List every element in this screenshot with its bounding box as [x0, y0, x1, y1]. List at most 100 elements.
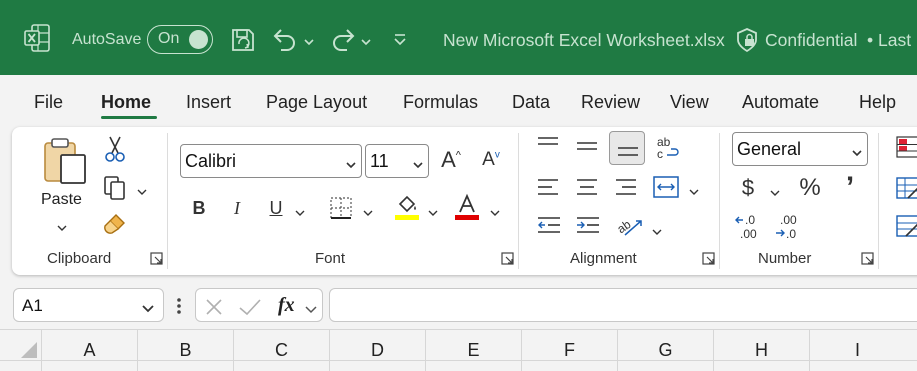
chevron-down-icon[interactable] [304, 302, 318, 320]
column-header-a[interactable]: A [41, 330, 137, 371]
merge-center-icon[interactable] [652, 175, 680, 199]
save-icon[interactable] [229, 26, 257, 54]
chevron-down-icon [851, 142, 863, 163]
comma-style-button[interactable]: ’ [840, 171, 860, 205]
fill-color-dropdown-chevron-down-icon[interactable] [428, 204, 438, 216]
increase-decimal-icon[interactable]: .0 .00 [734, 213, 768, 241]
copy-dropdown-chevron-down-icon[interactable] [137, 183, 147, 195]
tab-insert[interactable]: Insert [186, 92, 231, 113]
bold-button[interactable]: B [187, 198, 211, 219]
borders-icon[interactable] [328, 195, 354, 221]
customize-toolbar-icon[interactable] [392, 31, 408, 47]
align-center-icon[interactable] [575, 177, 599, 199]
chevron-down-icon [345, 154, 357, 175]
undo-dropdown-chevron-down-icon[interactable] [303, 34, 315, 46]
decrease-indent-icon[interactable] [536, 215, 562, 237]
wrap-text-icon[interactable]: ab c [655, 134, 681, 162]
tab-data[interactable]: Data [512, 92, 550, 113]
format-painter-brush-icon[interactable] [102, 212, 128, 238]
number-format-value: General [737, 139, 802, 159]
autosave-toggle[interactable]: On [147, 25, 213, 54]
tab-view[interactable]: View [670, 92, 709, 113]
underline-dropdown-chevron-down-icon[interactable] [295, 204, 305, 216]
decrease-decimal-icon[interactable]: .00 .0 [774, 213, 808, 241]
paste-icon[interactable] [42, 137, 88, 187]
underline-button[interactable]: U [264, 198, 288, 219]
svg-text:ab: ab [617, 217, 634, 236]
redo-dropdown-chevron-down-icon[interactable] [360, 34, 372, 46]
confirm-entry-check-icon[interactable] [238, 297, 262, 322]
font-color-dropdown-chevron-down-icon[interactable] [490, 204, 500, 216]
copy-icon[interactable] [102, 175, 128, 201]
orientation-icon[interactable]: ab [614, 213, 645, 239]
column-header-f[interactable]: F [521, 330, 617, 371]
svg-text:.0: .0 [786, 227, 796, 241]
font-name-combo[interactable]: Calibri [180, 144, 362, 178]
grow-font-button[interactable]: A^ [437, 147, 465, 175]
alignment-group-label: Alignment [570, 250, 637, 267]
font-launcher-icon[interactable] [501, 252, 514, 265]
italic-button[interactable]: I [225, 198, 249, 219]
align-left-icon[interactable] [536, 177, 560, 199]
formula-bar: A1 fx [0, 283, 917, 329]
select-all-corner[interactable] [0, 330, 41, 360]
cancel-entry-close-icon[interactable] [204, 297, 224, 322]
percent-button[interactable]: % [796, 174, 824, 202]
clipboard-launcher-icon[interactable] [150, 252, 163, 265]
undo-icon[interactable] [271, 26, 299, 54]
orientation-dropdown-chevron-down-icon[interactable] [652, 223, 662, 235]
currency-button[interactable]: $ [738, 175, 758, 201]
autosave-label: AutoSave [72, 31, 142, 48]
cell-styles-icon[interactable] [896, 214, 917, 238]
conditional-formatting-icon[interactable] [896, 135, 917, 159]
column-header-g[interactable]: G [617, 330, 713, 371]
tab-review[interactable]: Review [581, 92, 640, 113]
column-header-b[interactable]: B [137, 330, 233, 371]
number-format-combo[interactable]: General [732, 132, 868, 166]
currency-dropdown-chevron-down-icon[interactable] [770, 184, 780, 196]
chevron-down-icon [412, 154, 424, 175]
last-modified-text: • Last [867, 30, 912, 50]
font-size-combo[interactable]: 11 [365, 144, 429, 178]
title-bar: AutoSave On New Microsoft Excel Workshee… [0, 0, 917, 75]
align-top-icon[interactable] [536, 135, 560, 155]
format-as-table-icon[interactable] [896, 176, 917, 200]
document-title[interactable]: New Microsoft Excel Worksheet.xlsx [443, 30, 725, 51]
more-options-icon[interactable] [175, 296, 183, 316]
tab-formulas[interactable]: Formulas [403, 92, 478, 113]
column-header-i[interactable]: I [809, 330, 905, 371]
alignment-launcher-icon[interactable] [702, 252, 715, 265]
increase-indent-icon[interactable] [575, 215, 601, 237]
sensitivity-shield-icon[interactable] [735, 27, 759, 53]
align-middle-icon[interactable] [575, 137, 599, 157]
borders-dropdown-chevron-down-icon[interactable] [363, 204, 373, 216]
align-bottom-icon[interactable] [609, 131, 645, 165]
fill-color-bucket-icon[interactable] [394, 193, 420, 223]
tab-home[interactable]: Home [101, 92, 151, 113]
cut-scissors-icon[interactable] [104, 135, 126, 163]
tab-file[interactable]: File [34, 92, 63, 113]
insert-function-button[interactable]: fx [278, 294, 295, 317]
number-launcher-icon[interactable] [861, 252, 874, 265]
column-header-d[interactable]: D [329, 330, 425, 371]
font-color-icon[interactable] [454, 193, 480, 223]
sensitivity-label[interactable]: Confidential [765, 30, 857, 51]
redo-icon[interactable] [329, 26, 357, 54]
merge-dropdown-chevron-down-icon[interactable] [689, 183, 699, 195]
paste-dropdown-chevron-down-icon[interactable] [57, 219, 67, 231]
tab-automate[interactable]: Automate [742, 92, 819, 113]
column-header-c[interactable]: C [233, 330, 329, 371]
align-right-icon[interactable] [614, 177, 638, 199]
paste-label[interactable]: Paste [41, 191, 82, 209]
header-bottom-border [0, 360, 917, 361]
column-header-e[interactable]: E [425, 330, 521, 371]
shrink-font-button[interactable]: Av [477, 149, 505, 177]
tab-help[interactable]: Help [859, 92, 896, 113]
tab-page-layout[interactable]: Page Layout [266, 92, 367, 113]
column-header-h[interactable]: H [713, 330, 809, 371]
name-box-value: A1 [22, 296, 43, 315]
name-box[interactable]: A1 [13, 288, 164, 322]
ribbon-tabs: File Home Insert Page Layout Formulas Da… [0, 75, 917, 127]
formula-input[interactable] [329, 288, 917, 322]
svg-text:.00: .00 [780, 213, 797, 227]
